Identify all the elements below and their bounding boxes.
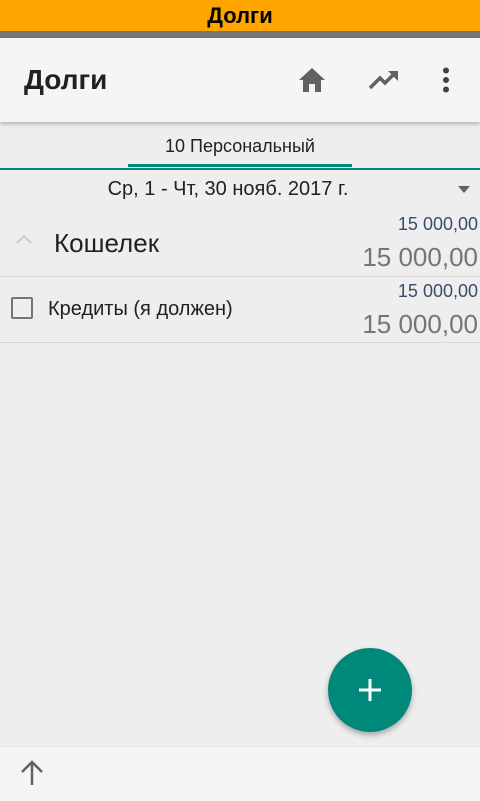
item-name: Кредиты (я должен) <box>48 298 233 320</box>
item-amount-bottom: 15 000,00 <box>362 309 478 339</box>
bottom-bar <box>0 746 480 801</box>
tabs-divider <box>0 168 480 170</box>
date-range-selector[interactable]: Ср, 1 - Чт, 30 нояб. 2017 г. <box>0 172 480 206</box>
page-title: Долги <box>24 64 108 95</box>
tab-indicator <box>128 164 352 167</box>
top-title-bar: Долги <box>0 0 480 31</box>
account-group-row[interactable]: Кошелек 15 000,00 15 000,00 <box>0 208 480 277</box>
item-amount-top: 15 000,00 <box>397 281 478 301</box>
tab-bar: 10 Персональный <box>0 122 480 170</box>
more-vert-icon[interactable] <box>426 60 466 100</box>
list-item[interactable]: Кредиты (я должен) 15 000,00 15 000,00 <box>0 277 480 343</box>
chevron-up-icon[interactable] <box>14 232 34 251</box>
plus-icon <box>359 679 381 701</box>
tab-personal[interactable]: 10 Персональный <box>128 136 352 157</box>
top-divider <box>0 31 480 38</box>
dropdown-arrow-icon[interactable] <box>458 186 470 193</box>
arrow-up-icon[interactable] <box>14 755 50 791</box>
date-range-label: Ср, 1 - Чт, 30 нояб. 2017 г. <box>107 178 349 200</box>
trending-up-icon[interactable] <box>364 60 404 100</box>
home-icon[interactable] <box>292 60 332 100</box>
app-bar: Долги <box>0 38 480 122</box>
add-button[interactable] <box>328 648 412 732</box>
group-amount-top: 15 000,00 <box>397 214 478 234</box>
item-checkbox[interactable] <box>11 297 33 319</box>
group-amount-bottom: 15 000,00 <box>362 242 478 272</box>
group-name: Кошелек <box>54 228 160 258</box>
top-title: Долги <box>207 2 273 28</box>
